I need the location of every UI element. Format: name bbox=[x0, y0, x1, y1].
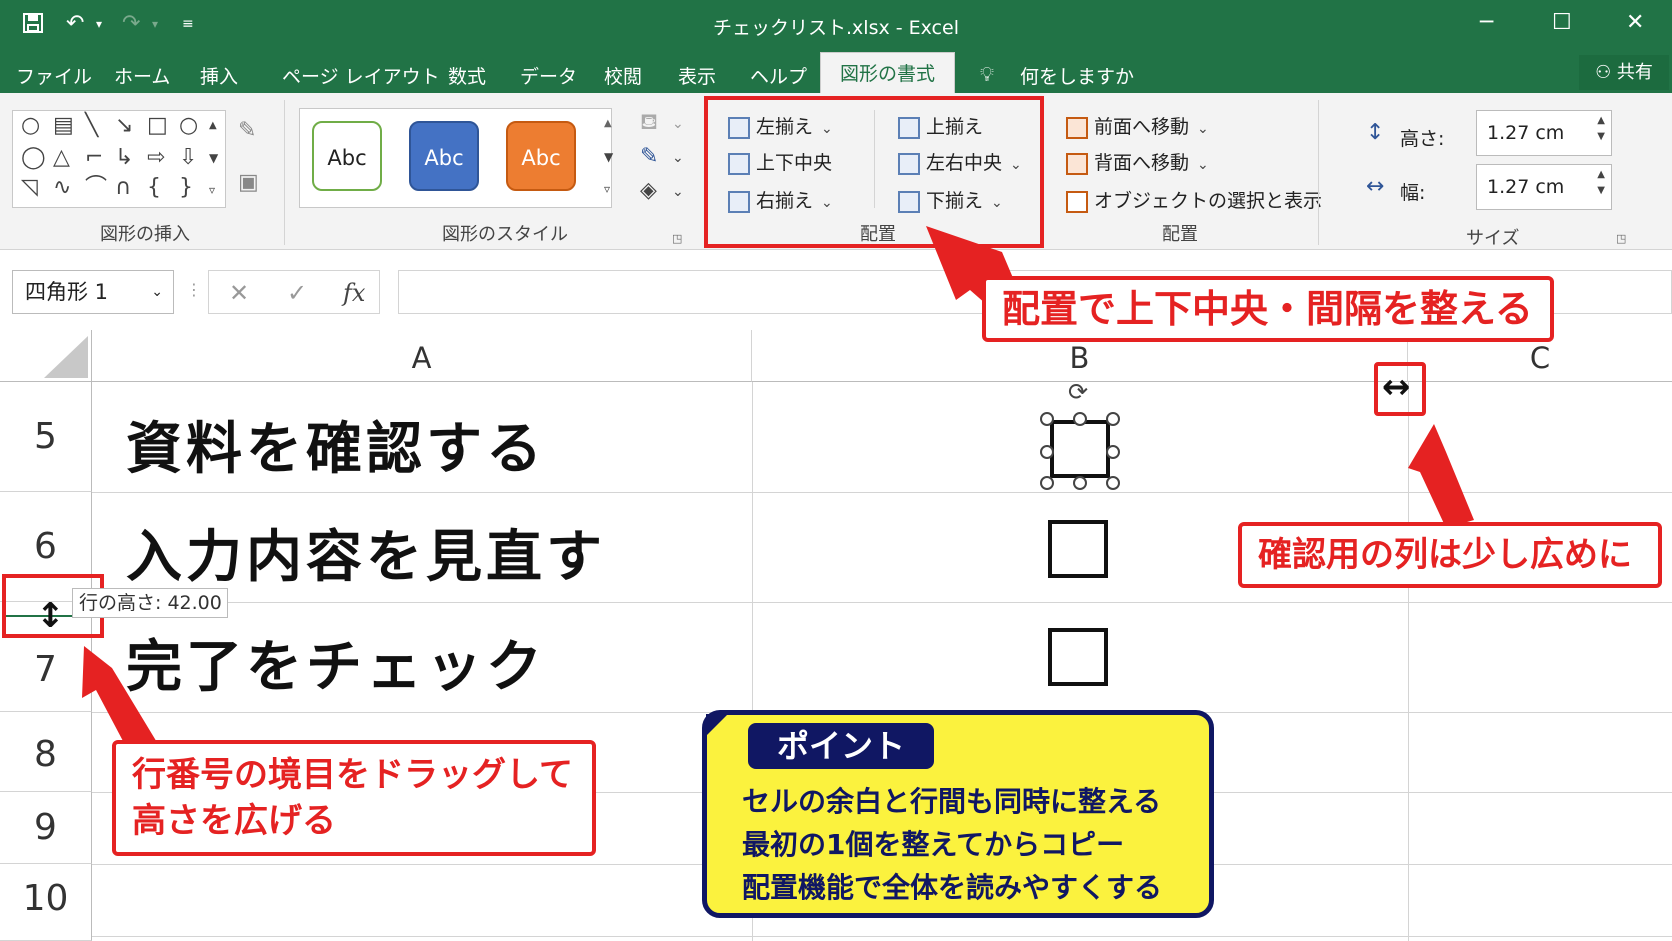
callout-row-line1: 行番号の境目をドラッグして bbox=[132, 755, 573, 795]
point-corner bbox=[706, 714, 728, 736]
callout-row-line2: 高さを広げる bbox=[132, 801, 336, 841]
point-title: ポイント bbox=[748, 723, 934, 769]
arrow-to-column bbox=[1408, 424, 1474, 528]
point-line-3: 配置機能で全体を読みやすくする bbox=[742, 871, 1163, 904]
point-line-2: 最初の1個を整えてからコピー bbox=[742, 828, 1125, 861]
callout-column: 確認用の列は少し広めに bbox=[1238, 522, 1662, 588]
callout-align: 配置で上下中央・間隔を整える bbox=[982, 276, 1554, 342]
point-line-1: セルの余白と行間も同時に整える bbox=[742, 785, 1162, 818]
callout-row: 行番号の境目をドラッグして 高さを広げる bbox=[112, 740, 596, 856]
